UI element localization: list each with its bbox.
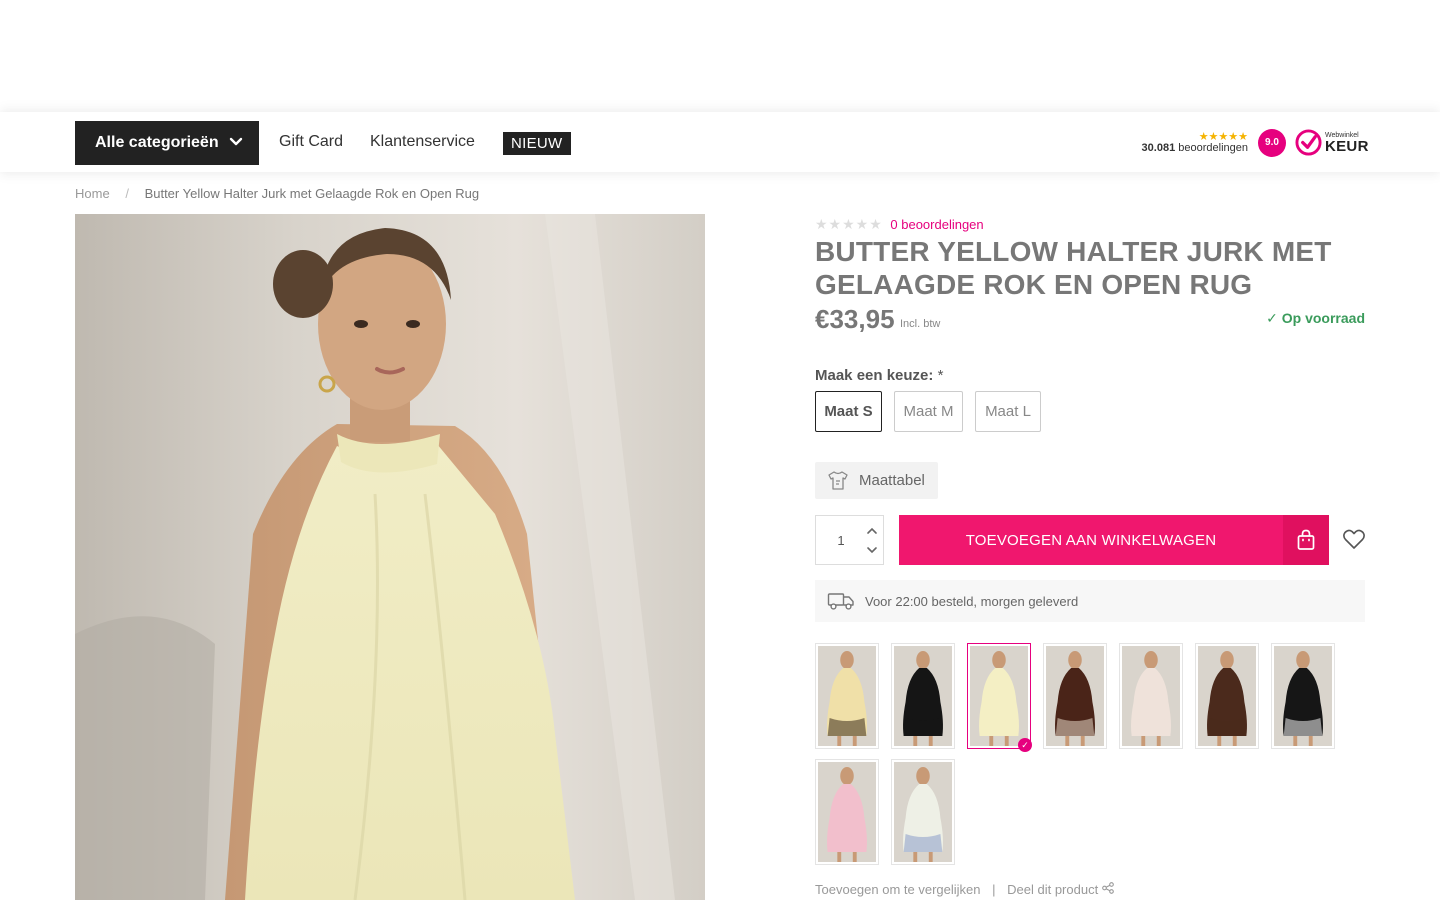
price-vat-label: Incl. btw — [900, 318, 941, 330]
color-variant-swatch[interactable] — [815, 759, 879, 865]
color-variant-swatch[interactable] — [891, 643, 955, 749]
stock-status: ✓ Op voorraad — [1266, 310, 1365, 327]
chevron-down-icon — [229, 137, 243, 146]
product-title: BUTTER YELLOW HALTER JURK MET GELAAGDE R… — [815, 236, 1332, 300]
keur-check-icon — [1295, 129, 1322, 156]
required-marker: * — [937, 367, 944, 384]
color-variant-swatch[interactable] — [1271, 643, 1335, 749]
stock-status-label: Op voorraad — [1281, 310, 1365, 326]
nav-new-badge[interactable]: NIEUW — [503, 132, 571, 155]
chevron-up-icon[interactable] — [865, 524, 879, 538]
webwinkel-keur-logo[interactable]: Webwinkel KEUR — [1295, 128, 1368, 158]
shop-reviews-summary[interactable]: ★★★★★ 30.081 beoordelingen — [1134, 130, 1252, 156]
shop-reviews-count: 30.081 — [1141, 142, 1176, 154]
shopping-bag-icon — [1283, 515, 1329, 565]
product-photo-illustration — [75, 214, 705, 900]
breadcrumb-separator: / — [125, 186, 129, 201]
color-variant-swatch[interactable]: ✓ — [967, 643, 1032, 752]
all-categories-label: Alle categorieën — [95, 134, 219, 151]
variant-thumbnail — [1198, 646, 1256, 746]
compare-link[interactable]: Toevoegen om te vergelijken — [815, 882, 981, 897]
product-rating-stars: ★★★★★ — [815, 216, 883, 232]
size-choice-text: Maak een keuze: — [815, 367, 934, 384]
nav-klantenservice[interactable]: Klantenservice — [370, 133, 475, 151]
chevron-down-icon[interactable] — [865, 543, 879, 557]
variant-thumbnail — [1122, 646, 1180, 746]
variant-thumbnail — [818, 762, 876, 862]
share-link[interactable]: Deel dit product — [1007, 882, 1114, 897]
delivery-info: Voor 22:00 besteld, morgen geleverd — [815, 580, 1365, 622]
color-variant-swatch[interactable] — [1119, 643, 1183, 749]
variant-thumbnail — [894, 646, 952, 746]
variant-thumbnail — [970, 646, 1028, 746]
variant-thumbnail — [894, 762, 952, 862]
link-separator: | — [992, 882, 996, 897]
share-icon — [1101, 882, 1114, 894]
variant-thumbnail — [1274, 646, 1332, 746]
color-variant-swatch[interactable] — [891, 759, 955, 865]
add-to-cart-button[interactable]: TOEVOEGEN AAN WINKELWAGEN — [899, 515, 1329, 565]
share-label: Deel dit product — [1007, 882, 1099, 897]
size-option-s[interactable]: Maat S — [815, 391, 882, 432]
keur-label-big: KEUR — [1325, 138, 1369, 155]
product-main-image[interactable] — [75, 214, 705, 900]
breadcrumb-current: Butter Yellow Halter Jurk met Gelaagde R… — [144, 186, 480, 201]
delivery-text: Voor 22:00 besteld, morgen geleverd — [865, 593, 1079, 609]
top-header-band — [0, 0, 1440, 112]
size-chart-button[interactable]: Maattabel — [815, 462, 938, 499]
shop-reviews-text: 30.081 beoordelingen — [1142, 142, 1248, 154]
quantity-stepper[interactable] — [815, 515, 884, 565]
size-chart-label: Maattabel — [859, 472, 925, 489]
product-price: €33,95 — [815, 304, 895, 334]
quantity-input[interactable] — [816, 516, 866, 564]
check-icon: ✓ — [1266, 310, 1278, 326]
add-to-cart-label: TOEVOEGEN AAN WINKELWAGEN — [965, 531, 1217, 549]
variant-thumbnail — [1046, 646, 1104, 746]
product-rating[interactable]: ★★★★★ 0 beoordelingen — [815, 216, 984, 233]
color-variant-swatch[interactable] — [1195, 643, 1259, 749]
size-option-m[interactable]: Maat M — [894, 391, 963, 432]
delivery-truck-icon — [827, 593, 854, 610]
shop-reviews-word: beoordelingen — [1178, 142, 1248, 154]
heart-icon[interactable] — [1342, 528, 1366, 550]
product-actions: Toevoegen om te vergelijken | Deel dit p… — [815, 882, 1114, 897]
color-variant-swatch[interactable] — [1043, 643, 1107, 749]
nav-gift-card[interactable]: Gift Card — [279, 133, 343, 151]
variant-thumbnail — [818, 646, 876, 746]
all-categories-button[interactable]: Alle categorieën — [75, 121, 259, 165]
breadcrumb: Home / Butter Yellow Halter Jurk met Gel… — [75, 186, 479, 201]
size-choice-label: Maak een keuze: * — [815, 367, 943, 384]
breadcrumb-home[interactable]: Home — [75, 186, 110, 201]
product-reviews-link[interactable]: 0 beoordelingen — [890, 217, 983, 232]
shop-rating-badge[interactable]: 9.0 — [1258, 129, 1286, 157]
selected-check-icon: ✓ — [1018, 738, 1032, 752]
size-option-l[interactable]: Maat L — [975, 391, 1041, 432]
shirt-ruler-icon — [828, 470, 848, 490]
color-variant-swatch[interactable] — [815, 643, 879, 749]
